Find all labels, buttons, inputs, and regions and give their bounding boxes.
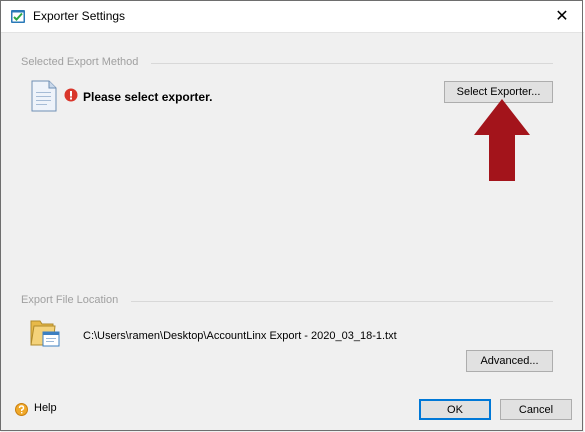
- close-button[interactable]: ✕: [539, 0, 585, 32]
- section-divider: [131, 301, 553, 302]
- section-label-export-file: Export File Location: [21, 294, 119, 306]
- dialog-body: Selected Export Method Please select exp…: [1, 32, 584, 432]
- help-icon[interactable]: [15, 403, 28, 416]
- cancel-button[interactable]: Cancel: [500, 399, 572, 420]
- advanced-button[interactable]: Advanced...: [466, 350, 553, 372]
- error-icon: [64, 88, 78, 102]
- title-bar: Exporter Settings ✕: [0, 0, 585, 32]
- export-file-path: C:\Users\ramen\Desktop\AccountLinx Expor…: [83, 330, 397, 342]
- status-message: Please select exporter.: [83, 90, 213, 104]
- up-arrow-icon: [474, 99, 530, 181]
- document-icon: [31, 80, 57, 112]
- checklist-icon: [11, 10, 25, 23]
- help-link[interactable]: Help: [34, 402, 57, 414]
- folder-window-icon: [30, 320, 60, 347]
- section-label-export-method: Selected Export Method: [21, 56, 139, 68]
- close-icon: ✕: [555, 8, 569, 25]
- window-title: Exporter Settings: [33, 9, 126, 23]
- ok-button[interactable]: OK: [419, 399, 491, 420]
- section-divider: [151, 63, 553, 64]
